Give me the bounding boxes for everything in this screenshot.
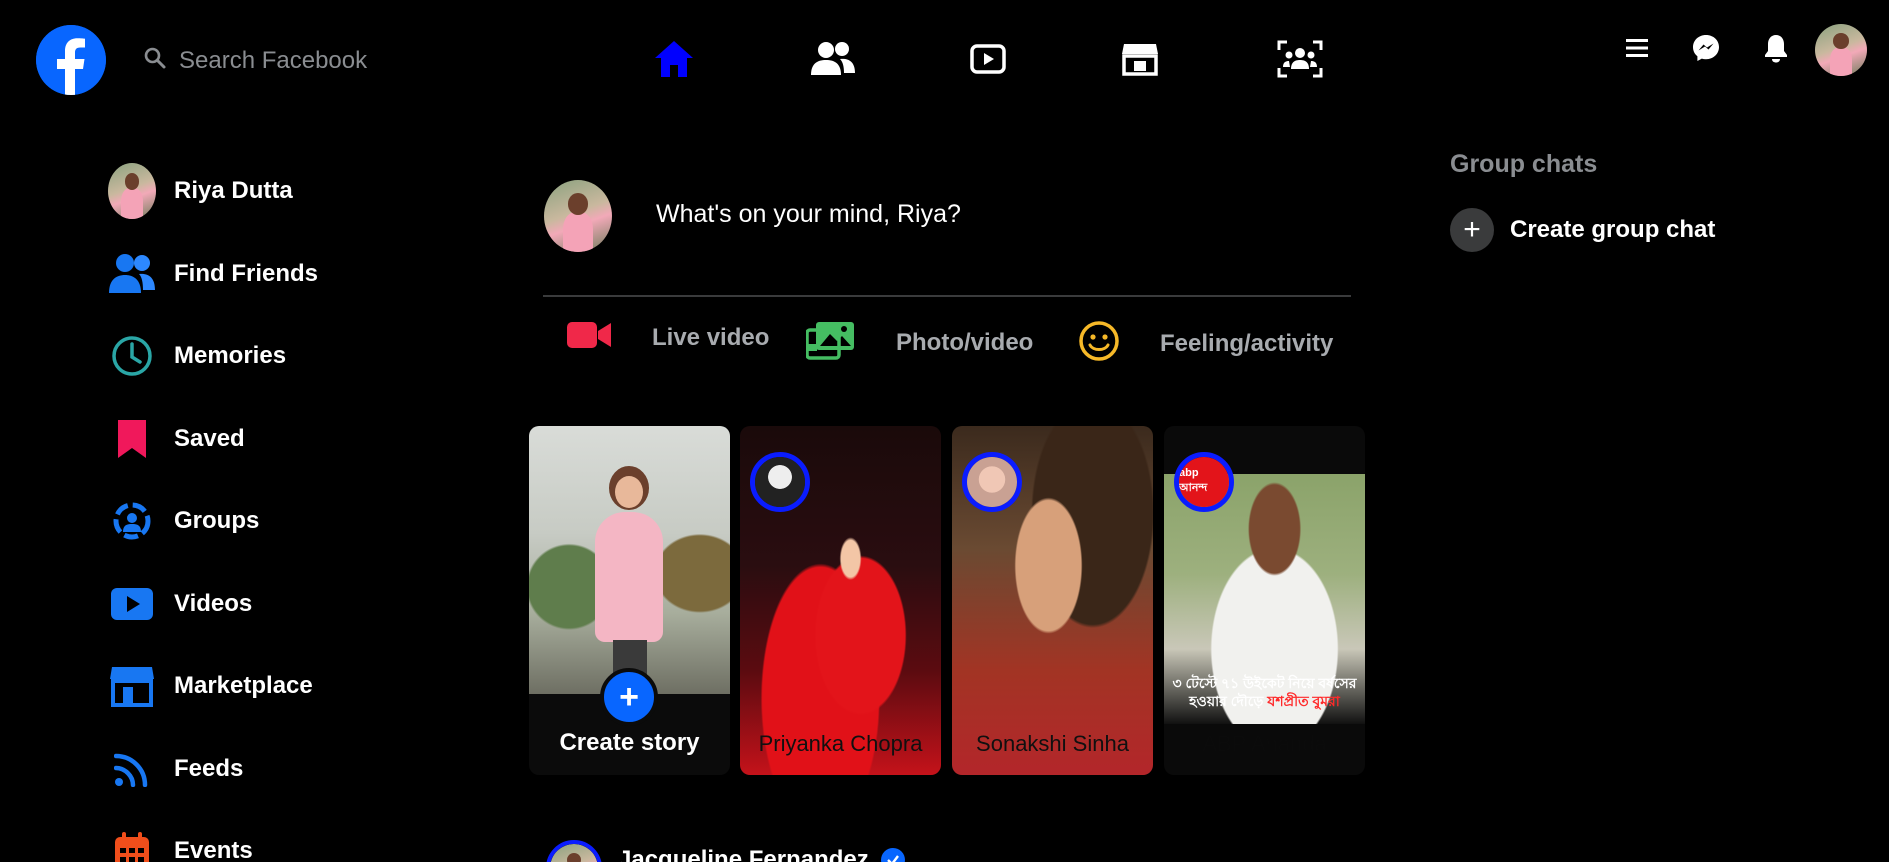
story-name: Priyanka Chopra	[758, 731, 923, 756]
facebook-logo[interactable]	[36, 25, 106, 95]
facebook-logo-icon	[36, 25, 106, 95]
nav-marketplace[interactable]	[1112, 36, 1168, 86]
create-group-chat-label: Create group chat	[1510, 216, 1716, 243]
calendar-icon	[108, 827, 156, 862]
create-group-chat-button[interactable]: + Create group chat	[1450, 208, 1715, 252]
post-author[interactable]: Jacqueline Fernandez	[618, 846, 905, 862]
photo-video-label: Photo/video	[896, 328, 1034, 356]
sidebar-item-groups[interactable]: Groups	[108, 480, 438, 563]
story-avatar	[962, 452, 1022, 512]
sidebar-item-profile[interactable]: Riya Dutta	[108, 150, 438, 233]
groups-icon	[1277, 40, 1323, 83]
friends-icon	[810, 41, 856, 82]
create-story-photo	[529, 426, 730, 694]
story-card[interactable]: abp আনন্দ ৩ টেস্টে ৭১ উইকেট নিয়ে বর্ষসে…	[1164, 426, 1365, 775]
sidebar-item-saved[interactable]: Saved	[108, 398, 438, 481]
marketplace-icon	[108, 662, 156, 710]
messenger-icon	[1691, 33, 1721, 68]
feeling-activity-button[interactable]: Feeling/activity	[1078, 320, 1333, 367]
live-video-label: Live video	[652, 323, 770, 351]
nav-home[interactable]	[646, 36, 702, 86]
messenger-button[interactable]	[1686, 30, 1726, 70]
search-input[interactable]	[179, 46, 439, 75]
nav-groups[interactable]	[1272, 36, 1328, 86]
create-story-card[interactable]: + Create story	[529, 426, 730, 775]
notifications-button[interactable]	[1756, 30, 1796, 70]
search-bar[interactable]	[143, 46, 439, 75]
nav-watch[interactable]	[960, 36, 1016, 86]
groups-icon	[108, 497, 156, 545]
sidebar-item-videos[interactable]: Videos	[108, 563, 438, 646]
sidebar-item-label: Events	[174, 837, 253, 862]
feeds-icon	[108, 745, 156, 793]
group-chats-heading: Group chats	[1450, 150, 1598, 178]
abp-logo: abp আনন্দ	[1179, 457, 1229, 507]
story-card[interactable]: Priyanka Chopra	[740, 426, 941, 775]
notifications-icon	[1763, 33, 1789, 68]
menu-icon	[1624, 37, 1650, 64]
sidebar-item-memories[interactable]: Memories	[108, 315, 438, 398]
sidebar-item-feeds[interactable]: Feeds	[108, 728, 438, 811]
profile-avatar	[108, 163, 156, 220]
clock-icon	[108, 332, 156, 380]
sidebar-item-events[interactable]: Events	[108, 810, 438, 862]
post-author-avatar[interactable]	[546, 840, 602, 862]
story-avatar: abp আনন্দ	[1174, 452, 1234, 512]
sidebar-item-label: Marketplace	[174, 672, 313, 700]
verified-badge-icon	[880, 848, 905, 862]
account-avatar[interactable]	[1815, 24, 1867, 76]
create-story-label: Create story	[559, 729, 700, 756]
plus-icon: +	[1450, 208, 1494, 252]
sidebar-item-label: Riya Dutta	[174, 177, 293, 205]
watch-icon	[970, 43, 1006, 80]
video-icon	[108, 580, 156, 628]
friends-icon	[108, 250, 156, 298]
photo-icon	[805, 320, 856, 365]
feeling-activity-label: Feeling/activity	[1160, 329, 1334, 357]
create-story-plus-icon[interactable]: +	[600, 668, 658, 726]
story-card[interactable]: Sonakshi Sinha	[952, 426, 1153, 775]
story-name: Sonakshi Sinha	[976, 731, 1129, 756]
sidebar-item-marketplace[interactable]: Marketplace	[108, 645, 438, 728]
photo-video-button[interactable]: Photo/video	[805, 320, 1034, 365]
live-video-button[interactable]: Live video	[566, 320, 769, 355]
sidebar-item-label: Memories	[174, 342, 287, 370]
sidebar-item-label: Saved	[174, 424, 245, 452]
sidebar-item-label: Videos	[174, 589, 253, 617]
sidebar-item-label: Find Friends	[174, 259, 318, 287]
story-name: ABP Ananda	[1202, 731, 1327, 756]
story-headline: ৩ টেস্টে ৭১ উইকেট নিয়ে বর্ষসের হওয়ার দ…	[1172, 675, 1357, 709]
bookmark-icon	[108, 415, 156, 463]
smiley-icon	[1078, 320, 1120, 367]
left-sidebar: Riya Dutta Find Friends Memories Saved G…	[108, 150, 438, 862]
composer-avatar	[544, 180, 612, 252]
composer-divider	[543, 295, 1351, 297]
sidebar-item-label: Feeds	[174, 754, 244, 782]
sidebar-item-label: Groups	[174, 507, 260, 535]
post-author-name[interactable]: Jacqueline Fernandez	[618, 846, 869, 862]
marketplace-icon	[1121, 42, 1159, 81]
sidebar-item-find-friends[interactable]: Find Friends	[108, 233, 438, 316]
menu-button[interactable]	[1617, 30, 1657, 70]
nav-friends[interactable]	[805, 36, 861, 86]
composer-input[interactable]: What's on your mind, Riya?	[656, 200, 961, 229]
home-icon	[653, 39, 695, 84]
story-avatar	[750, 452, 810, 512]
live-video-icon	[566, 320, 612, 355]
search-icon	[143, 46, 167, 75]
